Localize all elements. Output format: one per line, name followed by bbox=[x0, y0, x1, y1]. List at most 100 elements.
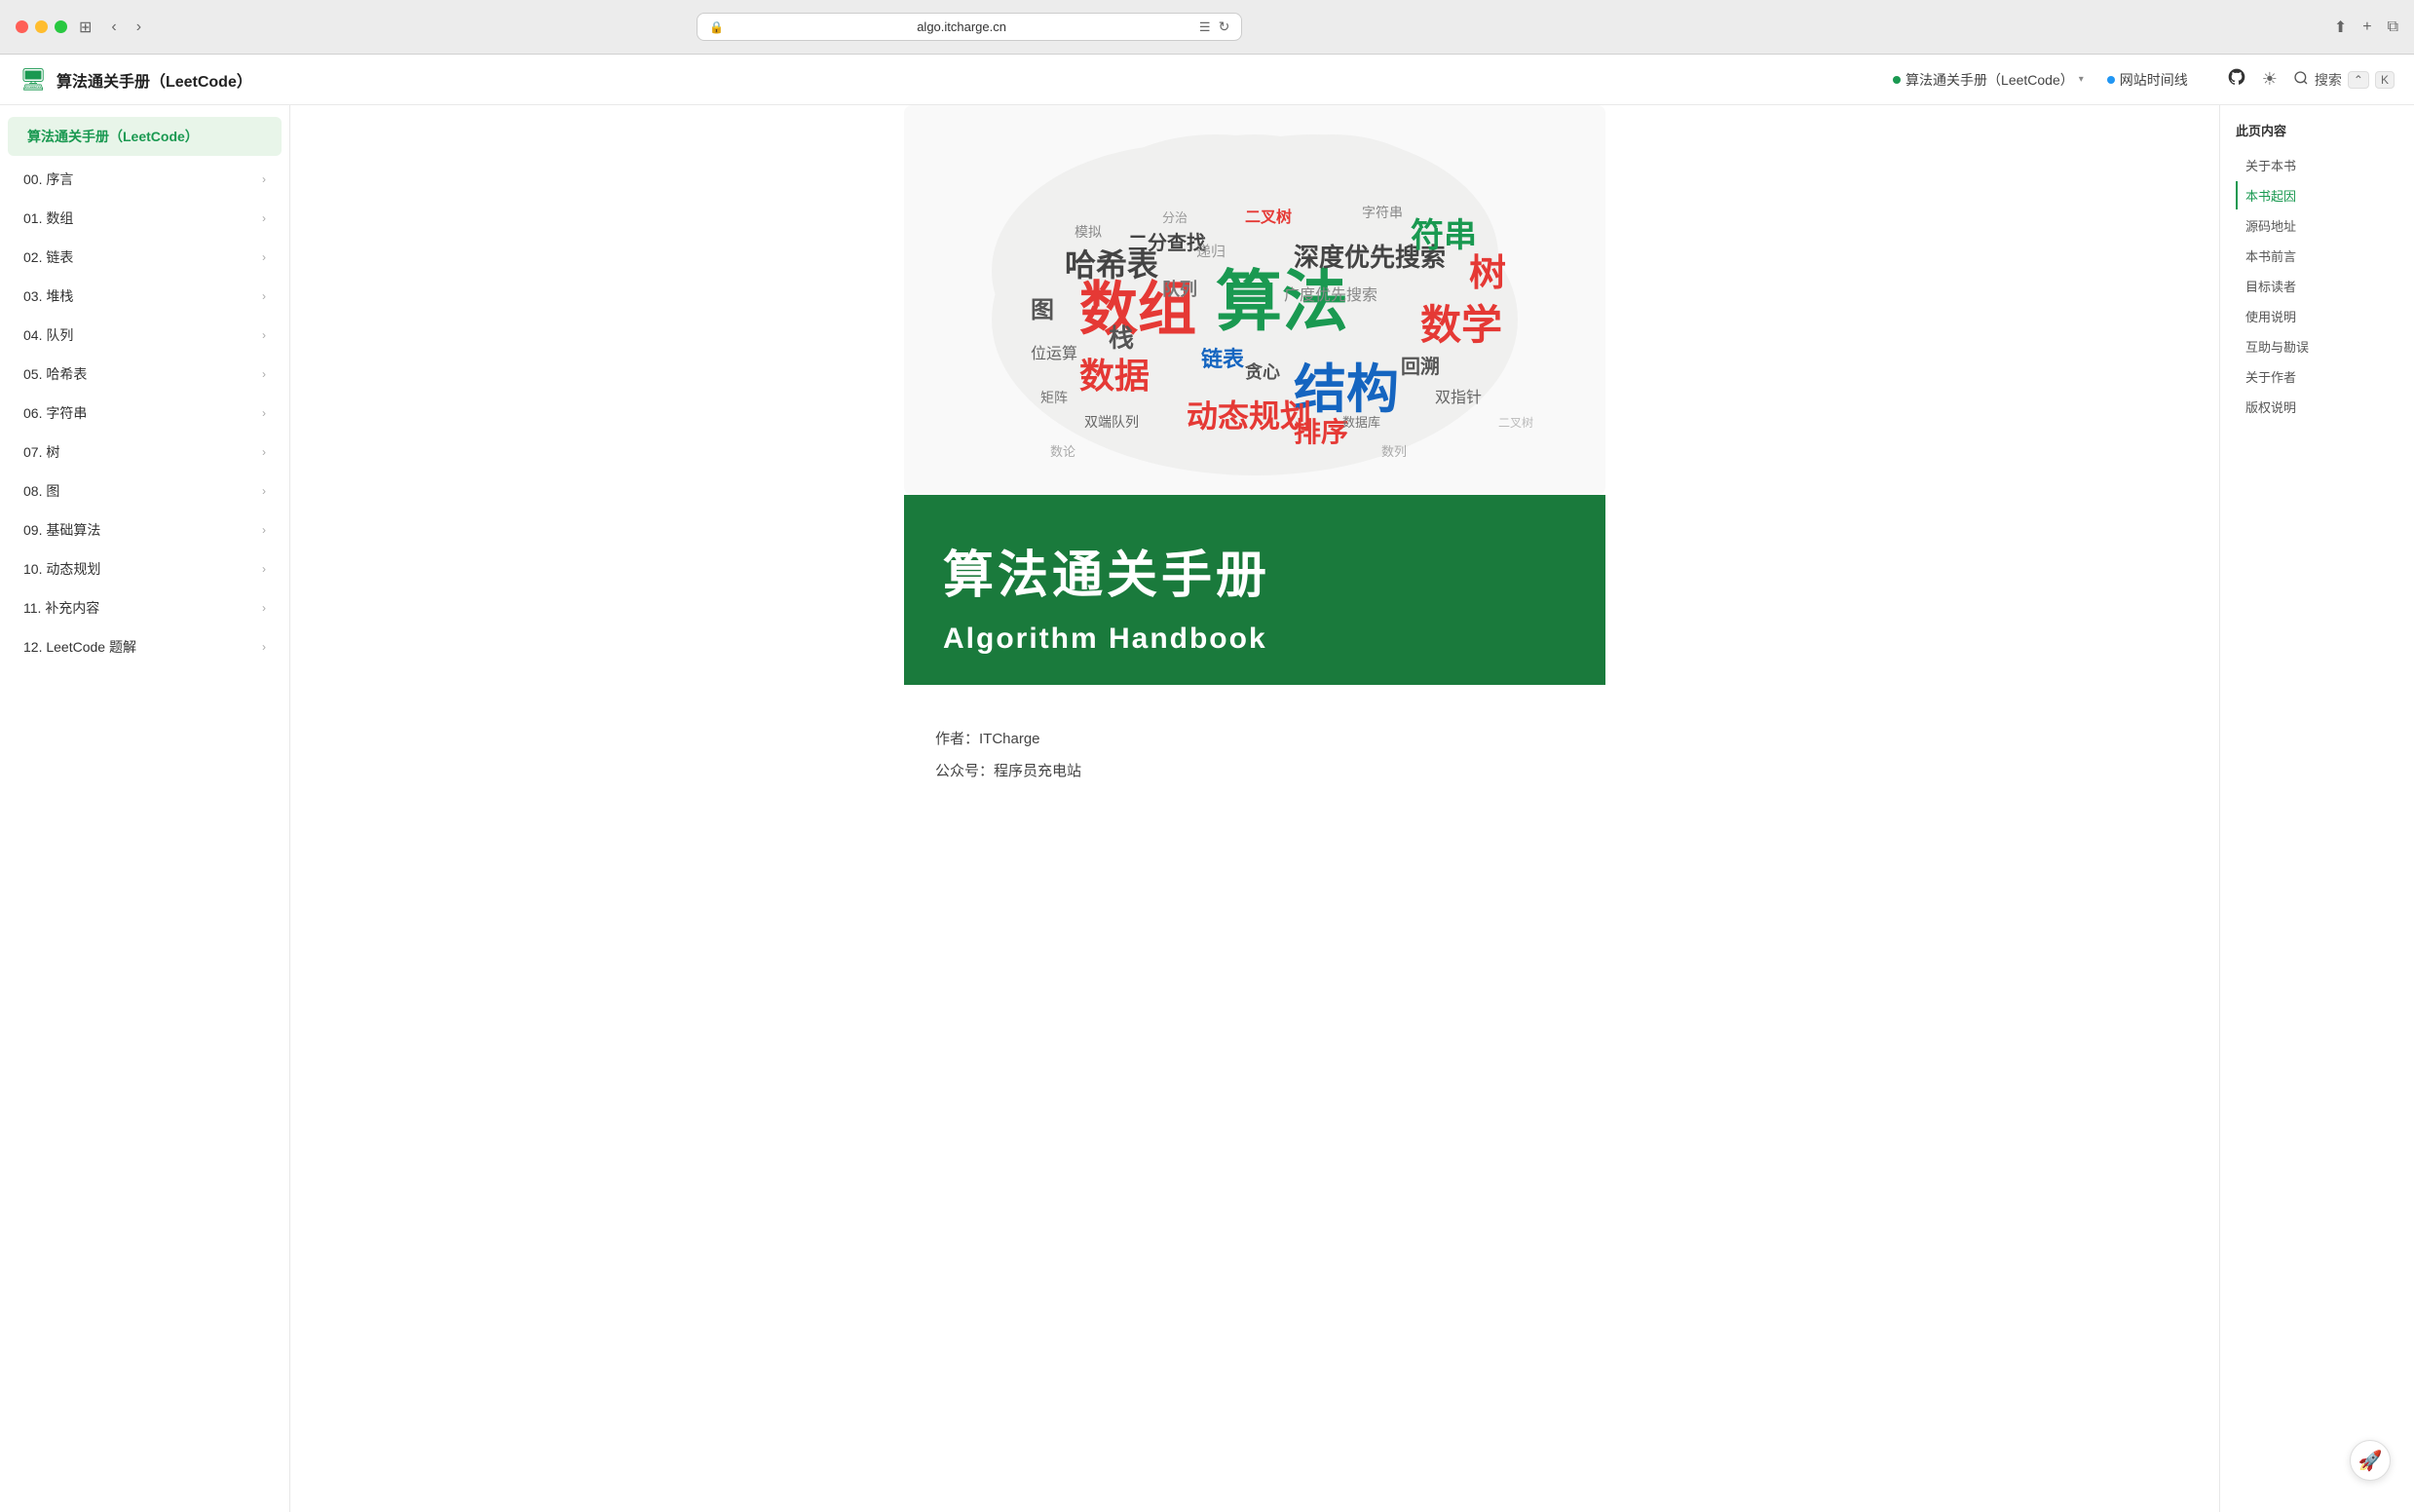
close-button[interactable] bbox=[16, 20, 28, 33]
sidebar-item-dp[interactable]: 10. 动态规划 › bbox=[4, 549, 285, 588]
search-label: 搜索 bbox=[2315, 70, 2342, 90]
forward-button[interactable]: › bbox=[132, 15, 145, 40]
nav-timeline[interactable]: 网站时间线 bbox=[2107, 70, 2188, 90]
app-logo: 🖥 算法通关手册（LeetCode） bbox=[19, 67, 252, 93]
sidebar-toggle-button[interactable]: ⊞ bbox=[79, 18, 92, 37]
new-tab-button[interactable]: + bbox=[2362, 19, 2371, 36]
sidebar-item-linked-list[interactable]: 02. 链表 › bbox=[4, 238, 285, 277]
author-wechat: 公众号：程序员充电站 bbox=[935, 760, 1574, 780]
sidebar-item-label: 04. 队列 bbox=[23, 325, 73, 345]
nav-handbook[interactable]: 算法通关手册（LeetCode） ▾ bbox=[1893, 70, 2084, 90]
svg-text:广度优先搜索: 广度优先搜索 bbox=[1284, 286, 1377, 304]
address-bar: 🔒 algo.itcharge.cn ☰ ↻ bbox=[697, 13, 1242, 41]
svg-text:双端队列: 双端队列 bbox=[1084, 414, 1139, 430]
sidebar-item-string[interactable]: 06. 字符串 › bbox=[4, 394, 285, 433]
toc-item-feedback[interactable]: 互助与勘误 bbox=[2236, 332, 2398, 360]
svg-text:队列: 队列 bbox=[1162, 279, 1197, 299]
sidebar-item-supplement[interactable]: 11. 补充内容 › bbox=[4, 588, 285, 627]
svg-text:数据: 数据 bbox=[1079, 356, 1150, 396]
svg-text:字符串: 字符串 bbox=[1362, 205, 1403, 220]
chevron-right-icon: › bbox=[262, 523, 266, 537]
svg-text:回溯: 回溯 bbox=[1401, 355, 1440, 378]
sidebar-item-label: 00. 序言 bbox=[23, 170, 73, 189]
search-icon bbox=[2293, 70, 2309, 89]
chevron-right-icon: › bbox=[262, 211, 266, 225]
chevron-right-icon: › bbox=[262, 289, 266, 303]
book-banner: 算法通关手册 Algorithm Handbook bbox=[904, 495, 1605, 685]
browser-right-buttons: ⬆ + ⧉ bbox=[2334, 18, 2398, 37]
toc-item-preface[interactable]: 本书前言 bbox=[2236, 242, 2398, 270]
app-nav: 算法通关手册（LeetCode） ▾ 网站时间线 bbox=[1893, 70, 2188, 90]
sidebar-item-hash[interactable]: 05. 哈希表 › bbox=[4, 355, 285, 394]
sidebar-item-label: 03. 堆栈 bbox=[23, 286, 73, 306]
svg-text:符串: 符串 bbox=[1411, 217, 1477, 254]
app-bar: 🖥 算法通关手册（LeetCode） 算法通关手册（LeetCode） ▾ 网站… bbox=[0, 55, 2414, 105]
lock-icon: 🔒 bbox=[709, 20, 724, 34]
svg-text:模拟: 模拟 bbox=[1075, 224, 1102, 240]
svg-text:图: 图 bbox=[1031, 297, 1054, 323]
sidebar-item-solutions[interactable]: 12. LeetCode 题解 › bbox=[4, 627, 285, 666]
search-button[interactable]: 搜索 ⌃ K bbox=[2293, 70, 2395, 90]
svg-text:排序: 排序 bbox=[1294, 416, 1348, 447]
sidebar-item-queue[interactable]: 04. 队列 › bbox=[4, 316, 285, 355]
word-cloud-svg: 算法 数组 结构 数据 数学 哈希表 深度优先搜索 树 符串 动态规划 排序 栈… bbox=[904, 105, 1605, 495]
fullscreen-button[interactable] bbox=[55, 20, 67, 33]
chevron-right-icon: › bbox=[262, 445, 266, 459]
svg-text:位运算: 位运算 bbox=[1031, 344, 1077, 362]
sidebar-header[interactable]: 算法通关手册（LeetCode） bbox=[8, 117, 282, 156]
svg-text:二分查找: 二分查找 bbox=[1128, 231, 1206, 254]
svg-text:树: 树 bbox=[1469, 253, 1506, 294]
svg-text:数列: 数列 bbox=[1381, 444, 1407, 459]
toc-item-author[interactable]: 关于作者 bbox=[2236, 362, 2398, 391]
minimize-button[interactable] bbox=[35, 20, 48, 33]
back-button[interactable]: ‹ bbox=[107, 15, 120, 40]
svg-text:数据库: 数据库 bbox=[1342, 415, 1380, 430]
traffic-lights bbox=[16, 20, 67, 33]
rocket-button[interactable]: 🚀 bbox=[2350, 1440, 2391, 1481]
sidebar-item-tree[interactable]: 07. 树 › bbox=[4, 433, 285, 472]
dot-green bbox=[1893, 76, 1901, 84]
share-button[interactable]: ⬆ bbox=[2334, 18, 2347, 37]
svg-text:链表: 链表 bbox=[1201, 347, 1245, 371]
sidebar-item-label: 09. 基础算法 bbox=[23, 520, 100, 540]
sidebar-item-stack[interactable]: 03. 堆栈 › bbox=[4, 277, 285, 316]
svg-text:贪心: 贪心 bbox=[1245, 361, 1280, 382]
chevron-down-icon: ▾ bbox=[2079, 74, 2084, 85]
sidebar-item-graph[interactable]: 08. 图 › bbox=[4, 472, 285, 510]
svg-text:动态规划: 动态规划 bbox=[1187, 398, 1311, 434]
sidebar-item-basic-algo[interactable]: 09. 基础算法 › bbox=[4, 510, 285, 549]
toc-item-origin[interactable]: 本书起因 bbox=[2236, 181, 2398, 209]
reload-icon[interactable]: ↻ bbox=[1219, 19, 1230, 35]
svg-text:双指针: 双指针 bbox=[1435, 389, 1482, 406]
sidebar-item-label: 01. 数组 bbox=[23, 208, 73, 228]
theme-toggle-icon[interactable]: ☀ bbox=[2262, 69, 2278, 90]
toc-item-source[interactable]: 源码地址 bbox=[2236, 211, 2398, 240]
toc-title: 此页内容 bbox=[2236, 121, 2398, 139]
kbd-k: K bbox=[2375, 71, 2395, 89]
sidebar-item-label: 11. 补充内容 bbox=[23, 598, 99, 618]
chevron-right-icon: › bbox=[262, 601, 266, 615]
author-section: 作者：ITCharge 公众号：程序员充电站 bbox=[904, 708, 1605, 812]
sidebar-item-label: 07. 树 bbox=[23, 442, 59, 462]
toc-panel: 此页内容 关于本书 本书起因 源码地址 本书前言 目标读者 使用说明 互助与勘误… bbox=[2219, 105, 2414, 1512]
sidebar-item-preface[interactable]: 00. 序言 › bbox=[4, 160, 285, 199]
svg-text:二叉树: 二叉树 bbox=[1245, 208, 1292, 226]
sidebar-item-label: 02. 链表 bbox=[23, 247, 73, 267]
reader-view-icon[interactable]: ☰ bbox=[1199, 19, 1211, 35]
chevron-right-icon: › bbox=[262, 172, 266, 186]
svg-text:矩阵: 矩阵 bbox=[1040, 390, 1068, 405]
chevron-right-icon: › bbox=[262, 367, 266, 381]
sidebar-item-array[interactable]: 01. 数组 › bbox=[4, 199, 285, 238]
github-icon[interactable] bbox=[2227, 67, 2246, 92]
toc-item-license[interactable]: 版权说明 bbox=[2236, 393, 2398, 421]
tab-overview-button[interactable]: ⧉ bbox=[2388, 19, 2398, 36]
chevron-right-icon: › bbox=[262, 328, 266, 342]
toc-item-audience[interactable]: 目标读者 bbox=[2236, 272, 2398, 300]
svg-text:分治: 分治 bbox=[1162, 210, 1188, 225]
book-title-en: Algorithm Handbook bbox=[943, 623, 1566, 656]
app-title: 算法通关手册（LeetCode） bbox=[57, 68, 252, 92]
toc-item-usage[interactable]: 使用说明 bbox=[2236, 302, 2398, 330]
author-name: 作者：ITCharge bbox=[935, 728, 1574, 748]
sidebar-item-label: 06. 字符串 bbox=[23, 403, 87, 423]
toc-item-about[interactable]: 关于本书 bbox=[2236, 151, 2398, 179]
